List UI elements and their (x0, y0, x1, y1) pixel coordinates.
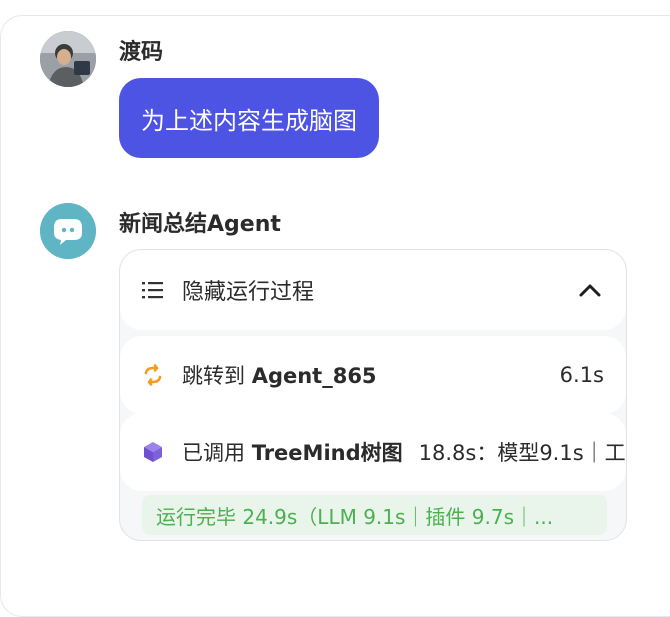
user-name: 渡码 (119, 40, 164, 65)
user-avatar[interactable] (40, 31, 96, 87)
step-target: TreeMind树图 (251, 441, 403, 465)
list-icon (142, 282, 163, 299)
step-meta: 18.8s：模型9.1s｜工 (418, 441, 626, 465)
agent-name: 新闻总结Agent (119, 212, 281, 237)
cube-icon (144, 442, 162, 462)
process-step: 已调用 TreeMind树图 18.8s：模型9.1s｜工 (120, 413, 626, 491)
chevron-up-icon[interactable] (578, 279, 602, 301)
toggle-label: 隐藏运行过程 (182, 280, 315, 305)
completion-summary: 运行完毕 24.9s（LLM 9.1s｜插件 9.7s｜... (142, 495, 607, 535)
process-step: 跳转到 Agent_865 6.1s (120, 336, 626, 414)
step-prefix: 跳转到 (182, 364, 252, 388)
step-prefix: 已调用 (182, 441, 252, 465)
process-panel: 隐藏运行过程 跳转到 Agent_865 6.1s 已调用 TreeMind树图… (119, 249, 627, 541)
step-duration: 6.1s (559, 363, 604, 387)
process-toggle[interactable]: 隐藏运行过程 (120, 250, 626, 330)
step-target: Agent_865 (251, 364, 377, 388)
swap-icon (144, 364, 162, 386)
agent-avatar[interactable] (40, 203, 96, 259)
user-message-bubble: 为上述内容生成脑图 (119, 78, 379, 158)
step-text: 已调用 TreeMind树图 (182, 437, 403, 467)
step-text: 跳转到 Agent_865 (182, 360, 377, 390)
